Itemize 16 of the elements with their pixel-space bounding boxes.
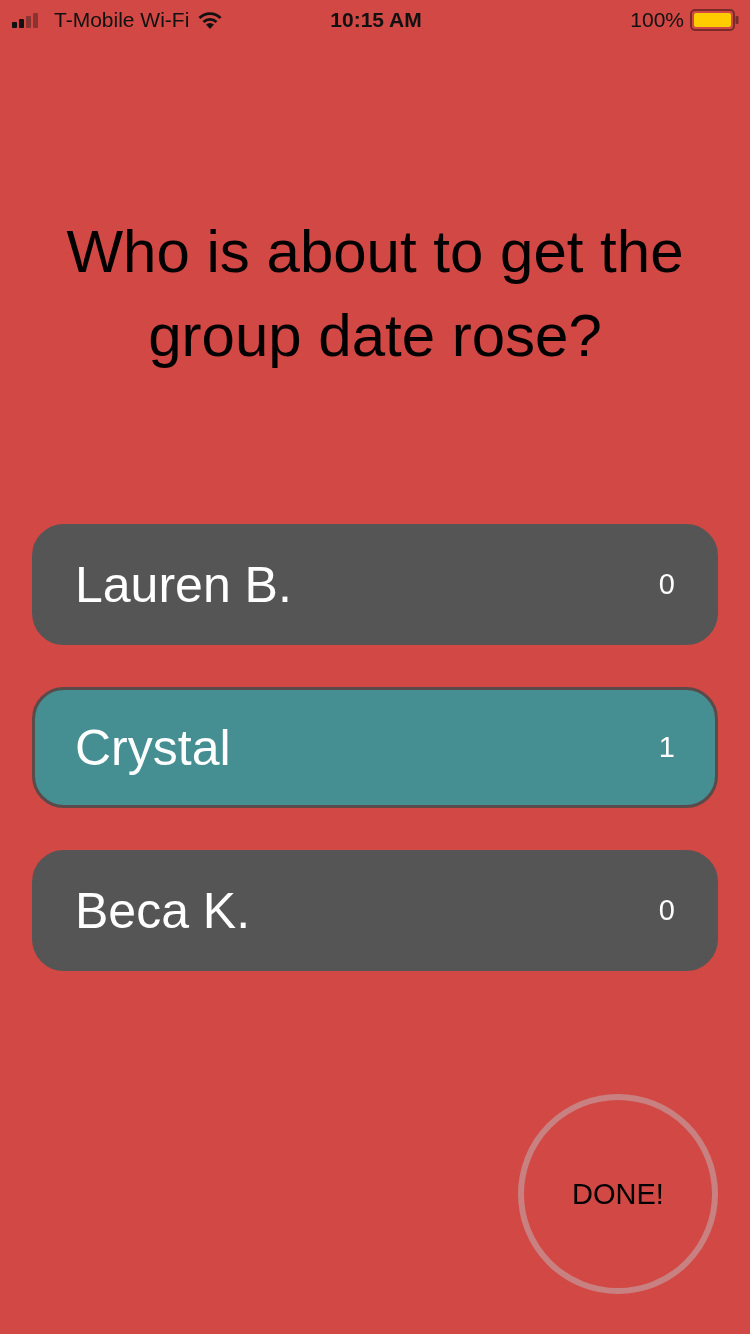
- question-text: Who is about to get the group date rose?: [65, 217, 685, 371]
- option-name: Crystal: [75, 718, 231, 777]
- answer-option[interactable]: Crystal 1: [32, 687, 718, 808]
- battery-icon: [690, 9, 740, 31]
- wifi-icon: [197, 10, 224, 30]
- carrier-name: T-Mobile Wi-Fi: [54, 8, 190, 32]
- done-button[interactable]: DONE!: [518, 1094, 718, 1294]
- option-name: Lauren B.: [75, 555, 292, 614]
- clock-time: 10:15 AM: [330, 8, 422, 32]
- battery-percent: 100%: [630, 8, 684, 32]
- vote-count: 0: [658, 568, 675, 601]
- vote-count: 1: [658, 731, 675, 764]
- option-name: Beca K.: [75, 881, 251, 940]
- answer-option[interactable]: Lauren B. 0: [32, 524, 718, 645]
- answer-option[interactable]: Beca K. 0: [32, 850, 718, 971]
- vote-count: 0: [658, 894, 675, 927]
